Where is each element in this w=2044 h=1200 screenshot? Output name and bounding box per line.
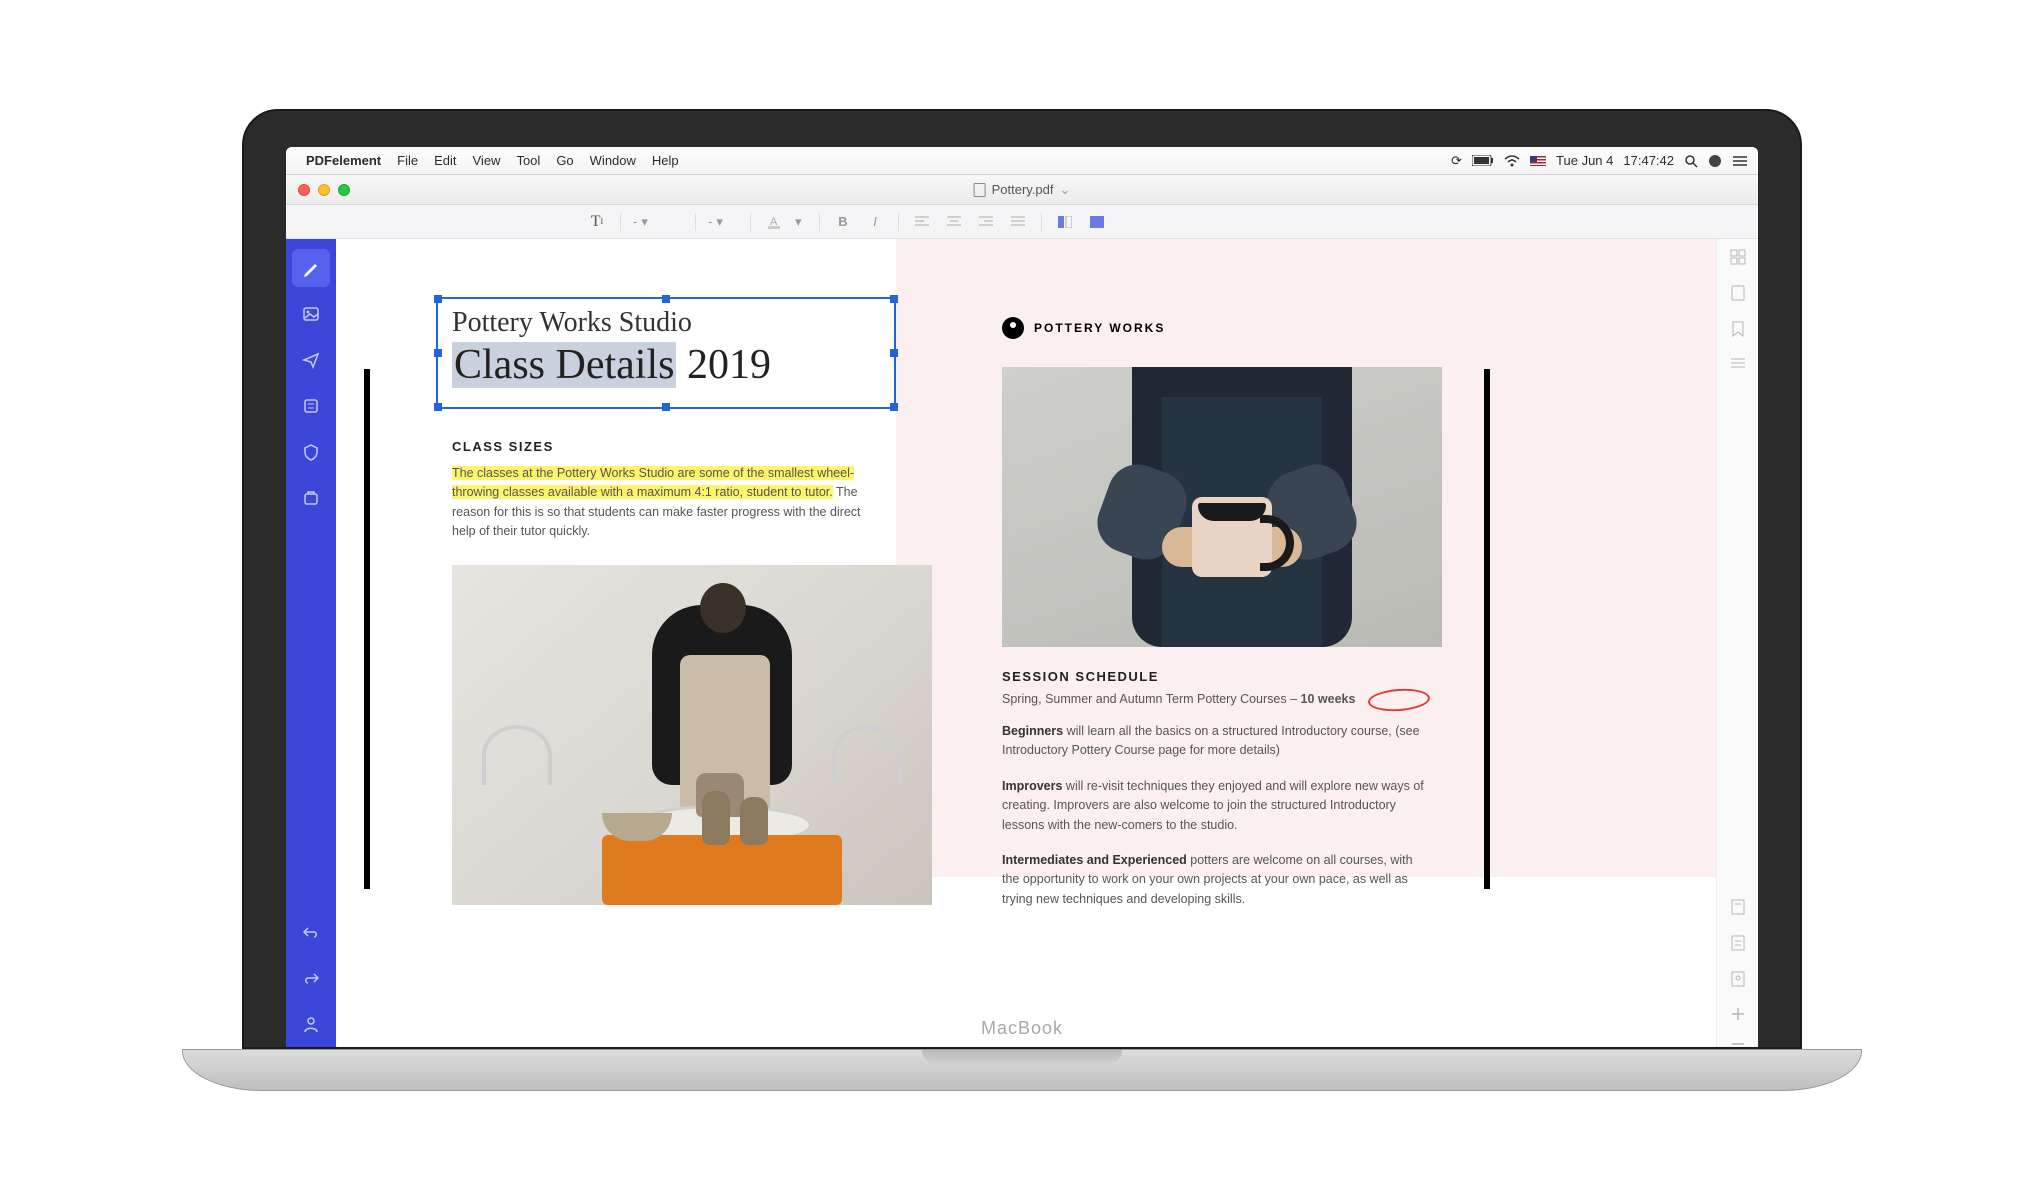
resize-handle[interactable] bbox=[434, 403, 442, 411]
resize-handle[interactable] bbox=[434, 295, 442, 303]
font-family-dropdown[interactable]: -▾ bbox=[633, 214, 683, 230]
thumbnails-panel-icon[interactable] bbox=[1730, 249, 1746, 265]
status-date[interactable]: Tue Jun 4 bbox=[1556, 153, 1613, 168]
search-panel-icon[interactable] bbox=[1731, 971, 1745, 987]
resize-handle[interactable] bbox=[662, 403, 670, 411]
pottery-wheel-photo bbox=[452, 565, 932, 905]
menu-edit[interactable]: Edit bbox=[434, 153, 456, 168]
status-time[interactable]: 17:47:42 bbox=[1623, 153, 1674, 168]
redo-icon[interactable] bbox=[292, 959, 330, 997]
resize-handle[interactable] bbox=[662, 295, 670, 303]
resize-handle[interactable] bbox=[434, 349, 442, 357]
image-tool-icon[interactable] bbox=[292, 295, 330, 333]
status-battery-icon[interactable] bbox=[1472, 155, 1494, 166]
status-siri-icon[interactable] bbox=[1708, 154, 1722, 168]
schedule-term-line: Spring, Summer and Autumn Term Pottery C… bbox=[1002, 692, 1432, 706]
class-sizes-heading: CLASS SIZES bbox=[452, 439, 872, 454]
account-icon[interactable] bbox=[292, 1005, 330, 1043]
layout-mode1-button[interactable] bbox=[1054, 211, 1076, 233]
send-tool-icon[interactable] bbox=[292, 341, 330, 379]
crop-mark-right bbox=[1484, 369, 1490, 889]
app-name[interactable]: PDFelement bbox=[306, 153, 381, 168]
menu-help[interactable]: Help bbox=[652, 153, 679, 168]
document-icon bbox=[974, 183, 986, 197]
window-minimize-button[interactable] bbox=[318, 184, 330, 196]
page-panel-icon[interactable] bbox=[1731, 285, 1745, 301]
window-fullscreen-button[interactable] bbox=[338, 184, 350, 196]
right-panel-rail bbox=[1716, 239, 1758, 1047]
resize-handle[interactable] bbox=[890, 295, 898, 303]
crop-mark-left bbox=[364, 369, 370, 889]
resize-handle[interactable] bbox=[890, 349, 898, 357]
document-title: Pottery.pdf bbox=[992, 182, 1054, 197]
menu-tool[interactable]: Tool bbox=[516, 153, 540, 168]
menu-view[interactable]: View bbox=[473, 153, 501, 168]
menu-file[interactable]: File bbox=[397, 153, 418, 168]
outline-panel-icon[interactable] bbox=[1730, 357, 1746, 369]
class-sizes-body: The classes at the Pottery Works Studio … bbox=[452, 464, 872, 542]
macos-menubar: PDFelement File Edit View Tool Go Window… bbox=[286, 147, 1758, 175]
laptop-base bbox=[182, 1049, 1862, 1091]
align-right-button[interactable] bbox=[975, 211, 997, 233]
add-panel-icon[interactable] bbox=[1731, 1007, 1745, 1021]
session-schedule-section: SESSION SCHEDULE Spring, Summer and Autu… bbox=[1002, 669, 1432, 909]
status-sync-icon[interactable]: ⟳ bbox=[1451, 153, 1462, 169]
protect-tool-icon[interactable] bbox=[292, 433, 330, 471]
window-titlebar: Pottery.pdf ⌄ bbox=[286, 175, 1758, 205]
schedule-improvers: Improvers will re-visit techniques they … bbox=[1002, 777, 1432, 835]
brand-logo: POTTERY WORKS bbox=[1002, 317, 1165, 339]
mug-holding-photo bbox=[1002, 367, 1442, 647]
menu-window[interactable]: Window bbox=[590, 153, 636, 168]
svg-text:A: A bbox=[770, 216, 778, 228]
schedule-intermediates: Intermediates and Experienced potters ar… bbox=[1002, 851, 1432, 909]
document-canvas[interactable]: Pottery Works Studio Class Details 2019 … bbox=[336, 239, 1716, 1047]
align-center-button[interactable] bbox=[943, 211, 965, 233]
schedule-heading: SESSION SCHEDULE bbox=[1002, 669, 1432, 684]
italic-button[interactable]: I bbox=[864, 211, 886, 233]
annotation-panel-icon[interactable] bbox=[1731, 899, 1745, 915]
layout-mode2-button[interactable] bbox=[1086, 211, 1108, 233]
status-input-flag[interactable] bbox=[1530, 156, 1546, 166]
text-selection-box[interactable] bbox=[436, 297, 896, 409]
collapse-panel-icon[interactable] bbox=[1731, 1041, 1745, 1047]
form-tool-icon[interactable] bbox=[292, 387, 330, 425]
brand-logo-icon bbox=[1002, 317, 1024, 339]
align-left-button[interactable] bbox=[911, 211, 933, 233]
laptop-brand-label: MacBook bbox=[981, 1018, 1063, 1039]
window-close-button[interactable] bbox=[298, 184, 310, 196]
left-tool-rail bbox=[286, 239, 336, 1047]
status-wifi-icon[interactable] bbox=[1504, 155, 1520, 167]
font-color-button[interactable]: A bbox=[763, 211, 785, 233]
menu-go[interactable]: Go bbox=[556, 153, 573, 168]
brand-logo-text: POTTERY WORKS bbox=[1034, 321, 1165, 335]
format-toolbar: TI -▾ -▾ A ▾ B I bbox=[286, 205, 1758, 239]
bookmark-panel-icon[interactable] bbox=[1732, 321, 1744, 337]
text-tool-icon[interactable]: TI bbox=[586, 211, 608, 233]
attachment-panel-icon[interactable] bbox=[1731, 935, 1745, 951]
edit-tool-icon[interactable] bbox=[292, 249, 330, 287]
font-color-dropdown[interactable]: ▾ bbox=[795, 214, 807, 230]
red-circle-annotation bbox=[1367, 687, 1430, 713]
bold-button[interactable]: B bbox=[832, 211, 854, 233]
document-dropdown-icon[interactable]: ⌄ bbox=[1060, 182, 1071, 198]
convert-tool-icon[interactable] bbox=[292, 479, 330, 517]
status-control-center-icon[interactable] bbox=[1732, 155, 1748, 167]
align-justify-button[interactable] bbox=[1007, 211, 1029, 233]
resize-handle[interactable] bbox=[890, 403, 898, 411]
class-sizes-section: CLASS SIZES The classes at the Pottery W… bbox=[452, 439, 872, 542]
highlighted-text: The classes at the Pottery Works Studio … bbox=[452, 466, 854, 499]
undo-icon[interactable] bbox=[292, 913, 330, 951]
status-spotlight-icon[interactable] bbox=[1684, 154, 1698, 168]
font-size-dropdown[interactable]: -▾ bbox=[708, 214, 738, 230]
schedule-beginners: Beginners will learn all the basics on a… bbox=[1002, 722, 1432, 761]
